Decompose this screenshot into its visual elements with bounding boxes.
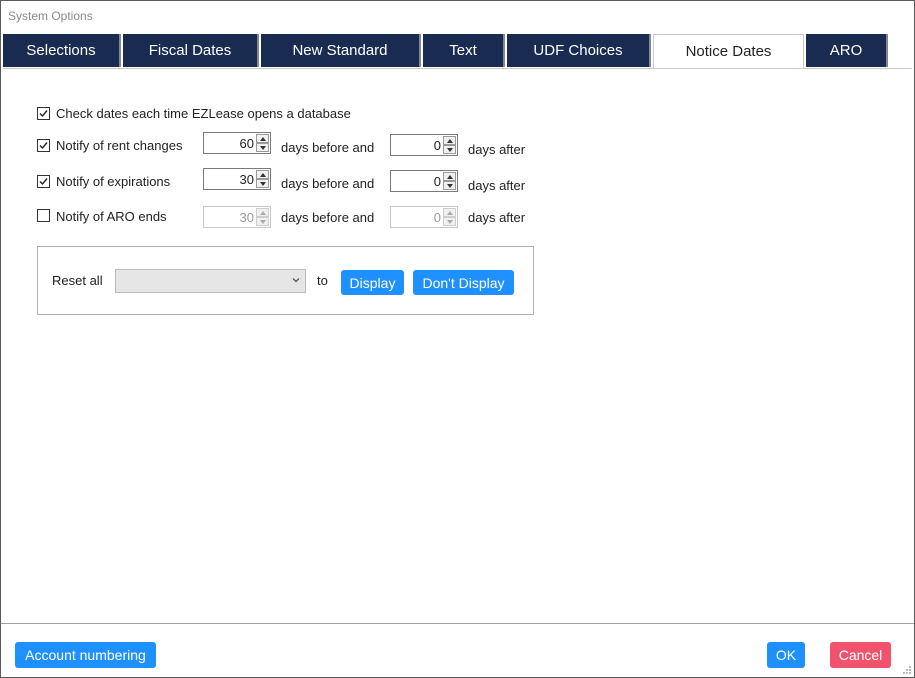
aro-ends-before-stepper: 30	[203, 206, 271, 228]
spin-down-icon[interactable]	[256, 143, 269, 152]
dont-display-button[interactable]: Don't Display	[413, 270, 514, 295]
expirations-before-stepper[interactable]: 30	[203, 168, 271, 190]
aro-ends-before-value: 30	[239, 210, 254, 225]
rent-changes-after-stepper[interactable]: 0	[390, 134, 458, 156]
spin-down-icon[interactable]	[256, 179, 269, 188]
chevron-down-icon	[292, 278, 300, 283]
window-title: System Options	[8, 9, 93, 23]
days-before-label: days before and	[281, 140, 375, 155]
checkmark-icon	[39, 110, 48, 118]
spin-up-icon	[443, 208, 456, 217]
checkmark-icon	[39, 178, 48, 186]
spin-up-icon[interactable]	[256, 134, 269, 143]
check-dates-label: Check dates each time EZLease opens a da…	[56, 106, 351, 121]
system-options-window: System Options Selections Fiscal Dates N…	[0, 0, 915, 678]
days-after-label: days after	[468, 210, 526, 225]
spin-up-icon	[256, 208, 269, 217]
tab-notice-dates[interactable]: Notice Dates	[653, 34, 804, 68]
spin-down-icon[interactable]	[443, 181, 456, 190]
aro-ends-after-value: 0	[433, 210, 441, 225]
days-before-label: days before and	[281, 176, 375, 191]
expirations-after-value: 0	[433, 174, 441, 189]
spin-down-icon	[256, 217, 269, 226]
to-label: to	[317, 273, 328, 288]
rent-changes-after-value: 0	[433, 138, 441, 153]
tab-udf-choices[interactable]: UDF Choices	[507, 34, 651, 67]
spin-up-icon[interactable]	[256, 170, 269, 179]
ok-button[interactable]: OK	[767, 642, 805, 668]
spin-up-icon[interactable]	[443, 136, 456, 145]
resize-grip-icon[interactable]	[902, 665, 912, 675]
rent-changes-label: Notify of rent changes	[56, 138, 183, 153]
tab-new-standard[interactable]: New Standard	[261, 34, 421, 67]
title-bar: System Options	[1, 1, 914, 31]
tab-text[interactable]: Text	[423, 34, 505, 67]
tab-aro[interactable]: ARO	[806, 34, 888, 67]
display-button[interactable]: Display	[341, 270, 404, 295]
expirations-checkbox[interactable]	[37, 175, 50, 188]
rent-changes-before-value: 60	[239, 136, 254, 151]
tab-selections[interactable]: Selections	[3, 34, 121, 67]
account-numbering-button[interactable]: Account numbering	[15, 642, 156, 668]
days-after-label: days after	[468, 178, 526, 193]
aro-ends-checkbox[interactable]	[37, 209, 50, 222]
checkmark-icon	[39, 142, 48, 150]
tab-divider	[3, 68, 912, 69]
spin-up-icon[interactable]	[443, 172, 456, 181]
cancel-button[interactable]: Cancel	[830, 642, 891, 668]
rent-changes-checkbox[interactable]	[37, 139, 50, 152]
reset-all-label: Reset all	[52, 273, 103, 288]
rent-changes-before-stepper[interactable]: 60	[203, 132, 271, 154]
tab-fiscal-dates[interactable]: Fiscal Dates	[123, 34, 259, 67]
spin-down-icon	[443, 217, 456, 226]
expirations-before-value: 30	[239, 172, 254, 187]
reset-field-select[interactable]	[115, 269, 306, 293]
aro-ends-label: Notify of ARO ends	[56, 209, 167, 224]
expirations-label: Notify of expirations	[56, 174, 171, 189]
check-dates-checkbox[interactable]	[37, 107, 50, 120]
expirations-after-stepper[interactable]: 0	[390, 170, 458, 192]
days-before-label: days before and	[281, 210, 375, 225]
footer-divider	[1, 623, 914, 624]
aro-ends-after-stepper: 0	[390, 206, 458, 228]
spin-down-icon[interactable]	[443, 145, 456, 154]
days-after-label: days after	[468, 142, 526, 157]
